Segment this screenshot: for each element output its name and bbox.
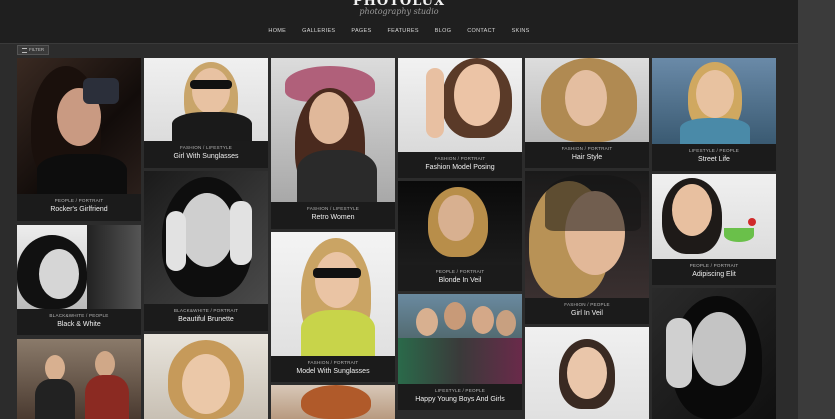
gallery-item-adipiscing-elit[interactable]: PEOPLE / PORTRAIT Adipiscing Elit (652, 174, 776, 285)
gallery-item-bw-portrait[interactable] (652, 288, 776, 419)
item-title[interactable]: Street Life (652, 156, 776, 163)
photo-thumbnail (398, 294, 522, 384)
item-title[interactable]: Hair Style (525, 154, 649, 161)
item-category: LIFESTYLE / PEOPLE (434, 388, 486, 393)
photo-thumbnail (271, 232, 395, 356)
photo-thumbnail (17, 58, 141, 194)
gallery-item-black-white[interactable]: BLACK&WHITE / PEOPLE Black & White (17, 225, 141, 335)
gallery-item-brunette-portrait[interactable] (525, 327, 649, 419)
item-title[interactable]: Girl With Sunglasses (144, 153, 268, 160)
gallery-item-street-life[interactable]: LIFESTYLE / PEOPLE Street Life (652, 58, 776, 171)
photo-thumbnail (17, 225, 141, 309)
main-nav: HOME GALLERIES PAGES FEATURES BLOG CONTA… (0, 28, 798, 34)
item-category: PEOPLE / PORTRAIT (435, 269, 485, 274)
gallery-item-girl-in-veil[interactable]: FASHION / PEOPLE Girl In Veil (525, 171, 649, 324)
photo-thumbnail (144, 58, 268, 142)
item-title[interactable]: Blonde In Veil (398, 277, 522, 284)
photo-thumbnail (525, 327, 649, 419)
gallery-item-blonde-in-veil[interactable]: PEOPLE / PORTRAIT Blonde In Veil (398, 181, 522, 291)
item-category: FASHION / LIFESTYLE (306, 206, 360, 211)
item-category: LIFESTYLE / PEOPLE (688, 148, 740, 153)
photo-thumbnail (398, 58, 522, 152)
item-title[interactable]: Rocker's Girlfriend (17, 206, 141, 213)
photo-thumbnail (652, 58, 776, 144)
item-title[interactable]: Fashion Model Posing (398, 164, 522, 171)
right-sidebar (798, 0, 835, 419)
item-title[interactable]: Happy Young Boys And Girls (398, 396, 522, 403)
gallery-item-happy-young-boys-and-girls[interactable]: LIFESTYLE / PEOPLE Happy Young Boys And … (398, 294, 522, 410)
site-header: PHOTOLUX photography studio HOME GALLERI… (0, 0, 798, 44)
photo-thumbnail (144, 171, 268, 304)
site-tagline: photography studio (359, 7, 439, 16)
item-category: FASHION / PORTRAIT (307, 360, 359, 365)
nav-galleries[interactable]: GALLERIES (294, 28, 343, 34)
item-category: PEOPLE / PORTRAIT (54, 198, 104, 203)
item-category: PEOPLE / PORTRAIT (689, 263, 739, 268)
gallery-item-street-couple[interactable] (17, 339, 141, 419)
item-category: FASHION / LIFESTYLE (179, 145, 233, 150)
photo-thumbnail (525, 58, 649, 142)
gallery-item-blonde-smiling[interactable] (144, 334, 268, 419)
nav-contact[interactable]: CONTACT (459, 28, 503, 34)
gallery-item-girl-with-sunglasses[interactable]: FASHION / LIFESTYLE Girl With Sunglasses (144, 58, 268, 168)
gallery-item-fashion-model-posing[interactable]: FASHION / PORTRAIT Fashion Model Posing (398, 58, 522, 178)
item-category: FASHION / PORTRAIT (561, 146, 613, 151)
photo-thumbnail (525, 171, 649, 298)
filter-button[interactable]: FILTER (17, 45, 50, 55)
nav-features[interactable]: FEATURES (379, 28, 426, 34)
item-title[interactable]: Black & White (17, 321, 141, 328)
item-title[interactable]: Girl In Veil (525, 310, 649, 317)
item-title[interactable]: Beautiful Brunette (144, 316, 268, 323)
gallery-item-beautiful-brunette[interactable]: BLACK&WHITE / PORTRAIT Beautiful Brunett… (144, 171, 268, 331)
nav-home[interactable]: HOME (260, 28, 294, 34)
photo-thumbnail (398, 181, 522, 265)
item-title[interactable]: Retro Women (271, 214, 395, 221)
gallery-item-retro-women[interactable]: FASHION / LIFESTYLE Retro Women (271, 58, 395, 229)
gallery-item-hair-style[interactable]: FASHION / PORTRAIT Hair Style (525, 58, 649, 168)
filter-icon (22, 47, 27, 53)
item-category: FASHION / PEOPLE (564, 302, 610, 307)
item-title[interactable]: Adipiscing Elit (652, 271, 776, 278)
photo-thumbnail (17, 339, 141, 419)
item-category: BLACK&WHITE / PEOPLE (49, 313, 109, 318)
item-category: FASHION / PORTRAIT (434, 156, 486, 161)
nav-blog[interactable]: BLOG (427, 28, 459, 34)
nav-pages[interactable]: PAGES (343, 28, 379, 34)
gallery-item-model-with-sunglasses[interactable]: FASHION / PORTRAIT Model With Sunglasses (271, 232, 395, 382)
item-category: BLACK&WHITE / PORTRAIT (173, 308, 239, 313)
gallery-item-redhead[interactable] (271, 385, 395, 419)
item-title[interactable]: Model With Sunglasses (271, 368, 395, 375)
nav-skins[interactable]: SKINS (504, 28, 538, 34)
photo-thumbnail (652, 288, 776, 419)
photo-thumbnail (144, 334, 268, 419)
gallery-item-rockers-girlfriend[interactable]: PEOPLE / PORTRAIT Rocker's Girlfriend (17, 58, 141, 221)
photo-thumbnail (652, 174, 776, 259)
photo-thumbnail (271, 58, 395, 202)
filter-label: FILTER (29, 47, 45, 52)
photo-thumbnail (271, 385, 395, 419)
